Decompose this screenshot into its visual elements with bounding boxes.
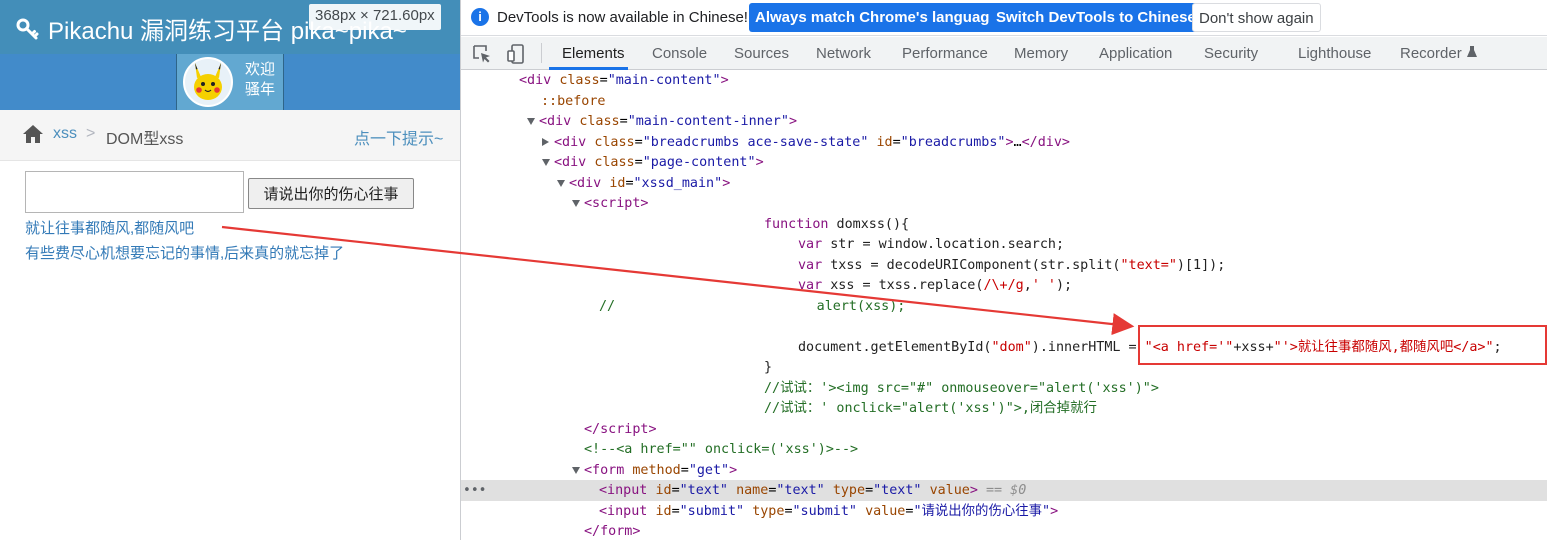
- collapsed-triangle-icon[interactable]: [542, 137, 549, 146]
- device-toolbar-icon[interactable]: [507, 44, 525, 64]
- dom-node-line[interactable]: <script>: [461, 193, 1547, 214]
- dom-node-code: // alert(xss);: [599, 298, 906, 314]
- dom-node-line[interactable]: </script>: [461, 419, 1547, 440]
- hint-link[interactable]: 点一下提示~: [354, 125, 443, 149]
- inspect-element-icon[interactable]: [473, 45, 491, 63]
- switch-to-chinese-button[interactable]: Switch DevTools to Chinese: [990, 3, 1202, 32]
- always-match-language-button[interactable]: Always match Chrome's language: [749, 3, 1004, 32]
- tab-memory[interactable]: Memory: [1014, 45, 1068, 62]
- dom-node-code: var txss = decodeURIComponent(str.split(…: [798, 257, 1226, 273]
- tab-network[interactable]: Network: [816, 45, 871, 62]
- dom-node-code: var xss = txss.replace(/\+/g,' ');: [798, 278, 1073, 293]
- tab-recorder[interactable]: Recorder: [1400, 45, 1477, 62]
- dom-node-line[interactable]: <div class="breadcrumbs ace-save-state" …: [461, 132, 1547, 153]
- dom-output-link[interactable]: 就让往事都随风,都随风吧: [25, 217, 194, 238]
- language-infobar: i DevTools is now available in Chinese! …: [461, 0, 1547, 36]
- devtools-tab-bar: Elements Console Sources Network Perform…: [461, 37, 1547, 70]
- dom-node-code: </script>: [584, 421, 657, 437]
- dom-node-line[interactable]: ::before: [461, 91, 1547, 112]
- tab-security[interactable]: Security: [1204, 45, 1258, 62]
- dom-node-code: function domxss(){: [764, 216, 910, 232]
- dont-show-again-button[interactable]: Don't show again: [1192, 3, 1321, 32]
- dom-node-line[interactable]: <form method="get">: [461, 460, 1547, 481]
- expanded-triangle-icon[interactable]: [527, 118, 535, 125]
- dom-node-line[interactable]: <div class="main-content">: [461, 70, 1547, 91]
- dom-node-code: <script>: [584, 196, 649, 211]
- dom-node-code: <div class="main-content-inner">: [539, 114, 797, 129]
- breadcrumb: xss > DOM型xss 点一下提示~: [0, 110, 460, 161]
- dom-node-code: //试试：' onclick="alert('xss')">,闭合掉就行: [764, 401, 1097, 416]
- user-navbar: 欢迎 骚年: [0, 54, 460, 110]
- dom-node-code: }: [764, 360, 773, 375]
- expanded-triangle-icon[interactable]: [542, 159, 550, 166]
- dom-node-line[interactable]: //试试：'><img src="#" onmouseover="alert('…: [461, 378, 1547, 399]
- dom-node-code: <!--<a href="" onclick=('xss')>-->: [584, 442, 859, 457]
- dom-node-code: <div class="page-content">: [554, 155, 764, 170]
- info-icon: i: [471, 8, 489, 26]
- dom-node-line[interactable]: // alert(xss);: [461, 296, 1547, 317]
- dom-node-line[interactable]: </form>: [461, 521, 1547, 540]
- expanded-triangle-icon[interactable]: [557, 179, 565, 187]
- elements-dom-tree[interactable]: <div class="main-content">::before<div c…: [461, 70, 1547, 540]
- tab-sources[interactable]: Sources: [734, 45, 789, 62]
- dom-node-line[interactable]: function domxss(){: [461, 214, 1547, 235]
- dom-node-code: </form>: [584, 524, 641, 539]
- expanded-triangle-icon[interactable]: [572, 466, 580, 474]
- dom-node-line[interactable]: <!--<a href="" onclick=('xss')>-->: [461, 439, 1547, 460]
- tab-divider: [541, 43, 542, 63]
- tab-performance[interactable]: Performance: [902, 45, 988, 62]
- flask-icon: [1466, 46, 1477, 57]
- more-options-dots[interactable]: •••: [463, 480, 486, 501]
- dom-node-line[interactable]: <div class="page-content">: [461, 152, 1547, 173]
- dom-node-code: <div class="main-content">: [519, 73, 729, 88]
- key-icon: [16, 18, 39, 39]
- dom-node-code: ::before: [541, 93, 606, 109]
- dom-node-line[interactable]: var xss = txss.replace(/\+/g,' ');: [461, 275, 1547, 296]
- dom-node-line[interactable]: var txss = decodeURIComponent(str.split(…: [461, 255, 1547, 276]
- home-icon[interactable]: [22, 124, 44, 144]
- text-input[interactable]: [25, 171, 244, 213]
- pikachu-avatar-image: [185, 59, 231, 105]
- dom-node-line[interactable]: <input id="submit" type="submit" value="…: [461, 501, 1547, 522]
- welcome-line-2: 骚年: [245, 81, 276, 98]
- tab-lighthouse[interactable]: Lighthouse: [1298, 45, 1371, 62]
- dom-node-code: //试试：'><img src="#" onmouseover="alert('…: [764, 380, 1159, 396]
- dom-node-line[interactable]: var str = window.location.search;: [461, 234, 1547, 255]
- dom-node-code: <form method="get">: [584, 462, 738, 478]
- top-navbar: Pikachu 漏洞练习平台 pika~pika~ 368px × 721.60…: [0, 0, 460, 54]
- annotation-highlight-box: [1138, 325, 1547, 365]
- pikachu-avatar: [183, 57, 233, 107]
- tab-application[interactable]: Application: [1099, 45, 1172, 62]
- pikachu-page: Pikachu 漏洞练习平台 pika~pika~ 368px × 721.60…: [0, 0, 460, 540]
- user-menu[interactable]: 欢迎 骚年: [176, 54, 284, 110]
- submit-button[interactable]: 请说出你的伤心往事: [248, 178, 414, 209]
- infobar-message: DevTools is now available in Chinese!: [497, 9, 748, 26]
- breadcrumb-current: DOM型xss: [106, 131, 184, 148]
- tab-recorder-label: Recorder: [1400, 45, 1462, 62]
- devtools-panel: i DevTools is now available in Chinese! …: [460, 0, 1547, 540]
- tab-console[interactable]: Console: [652, 45, 707, 62]
- dom-node-code: var str = window.location.search;: [798, 237, 1065, 252]
- forget-message: 有些费尽心机想要忘记的事情,后来真的就忘掉了: [25, 245, 345, 262]
- dom-node-code: <input id="submit" type="submit" value="…: [599, 503, 1059, 519]
- tab-elements[interactable]: Elements: [562, 45, 625, 62]
- dom-node-line[interactable]: //试试：' onclick="alert('xss')">,闭合掉就行: [461, 398, 1547, 419]
- breadcrumb-separator: >: [86, 125, 96, 142]
- dom-node-line[interactable]: <div id="xssd_main">: [461, 173, 1547, 194]
- dom-node-code: <div id="xssd_main">: [569, 175, 731, 191]
- welcome-line-1: 欢迎: [245, 61, 276, 78]
- welcome-text: 欢迎 骚年: [245, 60, 275, 100]
- dom-node-line[interactable]: <div class="main-content-inner">: [461, 111, 1547, 132]
- dom-node-code: <div class="breadcrumbs ace-save-state" …: [554, 134, 1070, 150]
- dom-node-line[interactable]: ••• <input id="text" name="text" type="te…: [461, 480, 1547, 501]
- breadcrumb-xss-link[interactable]: xss: [53, 125, 77, 143]
- viewport-size-badge: 368px × 721.60px: [309, 4, 441, 30]
- expanded-triangle-icon[interactable]: [572, 200, 580, 207]
- dom-node-code: <input id="text" name="text" type="text"…: [599, 483, 1027, 498]
